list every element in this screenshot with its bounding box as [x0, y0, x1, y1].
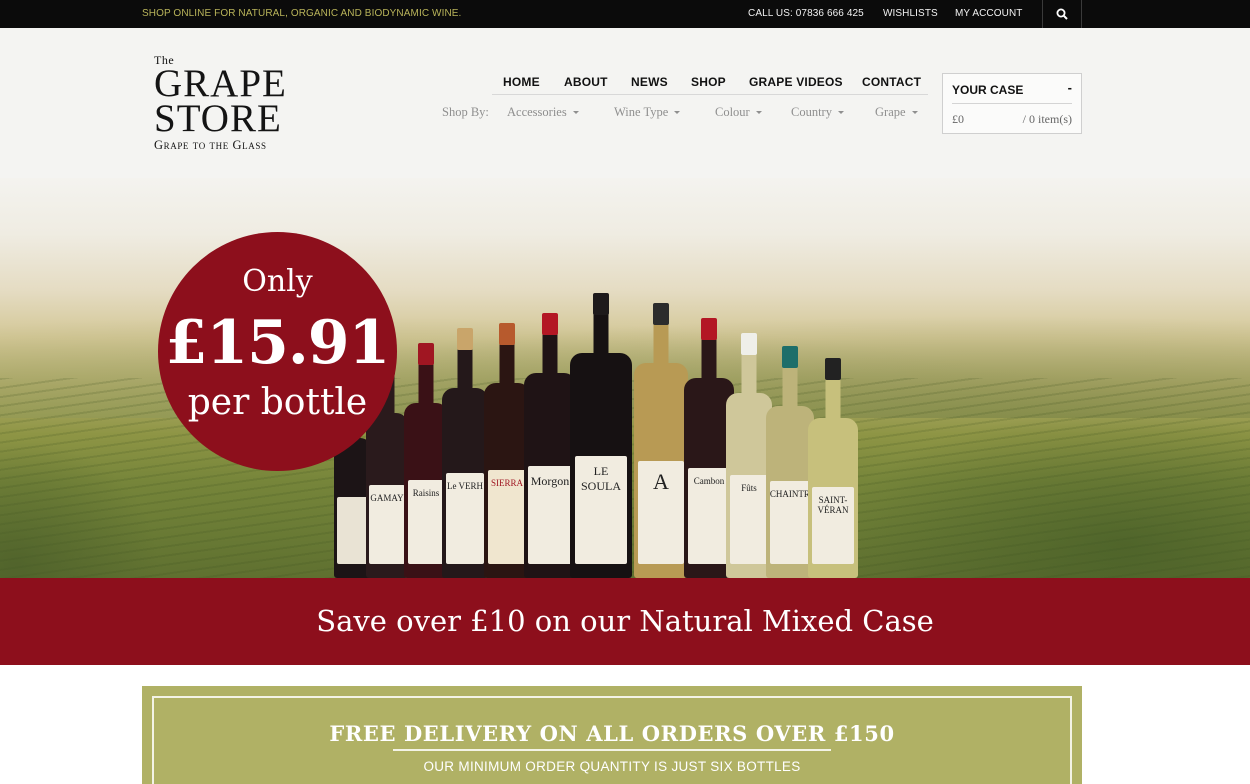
nav-grape-videos[interactable]: GRAPE VIDEOS	[749, 75, 843, 89]
delivery-subline: OUR MINIMUM ORDER QUANTITY IS JUST SIX B…	[423, 759, 801, 774]
bottle-label	[337, 496, 369, 564]
bottle-label: SIERRA	[487, 470, 527, 564]
logo-grape: GRAPE	[154, 62, 287, 105]
bottle-label: CHAINTRE	[769, 481, 811, 564]
cart-item-count: / 0 item(s)	[1022, 112, 1072, 126]
bottle-label: SAINT-VÉRAN	[812, 487, 854, 564]
bottle-label: Le VERH	[445, 472, 485, 564]
caret-down-icon	[674, 110, 681, 114]
badge-price: £15.91	[165, 308, 391, 378]
cart-divider	[952, 103, 1072, 104]
wine-bottle: A	[634, 303, 688, 578]
wishlists-link[interactable]: WISHLISTS	[883, 8, 938, 19]
main-nav: HOME ABOUT NEWS SHOP GRAPE VIDEOS CONTAC…	[492, 73, 928, 95]
site-header: The GRAPE STORE Grape to the Glass HOME …	[0, 28, 1250, 178]
wine-bottle: Morgon	[524, 313, 576, 578]
nav-home[interactable]: HOME	[503, 75, 540, 89]
my-account-link[interactable]: MY ACCOUNT	[955, 8, 1023, 19]
bottle-label: Fûts	[729, 475, 769, 564]
bottle-cap	[418, 343, 434, 365]
shopby-accessories-label: Accessories	[507, 105, 567, 119]
hero-foliage-right	[830, 408, 1250, 578]
wine-bottle: LE SOULA	[570, 293, 632, 578]
wine-bottle: SAINT-VÉRAN	[808, 358, 858, 578]
bottle-cap	[741, 333, 757, 355]
bottle-label: Raisins	[407, 480, 445, 564]
bottle-cap	[825, 358, 841, 380]
search-icon	[1056, 8, 1068, 20]
search-button[interactable]	[1042, 0, 1082, 28]
shopby-accessories[interactable]: Accessories	[507, 105, 579, 120]
caret-down-icon	[837, 110, 844, 114]
badge-per-bottle: per bottle	[187, 382, 368, 423]
caret-down-icon	[572, 110, 579, 114]
hero-banner[interactable]: GAMAY Raisins Le VERH SIERRA Morgon LE S…	[0, 178, 1250, 578]
nav-about[interactable]: ABOUT	[564, 75, 608, 89]
cart-total: £0	[952, 112, 964, 126]
bottle-cap	[653, 303, 669, 325]
free-delivery-box: FREE DELIVERY ON ALL ORDERS OVER £150 OU…	[142, 686, 1082, 784]
bottle-cap	[457, 328, 473, 350]
bottle-cap	[593, 293, 609, 315]
site-logo[interactable]: The GRAPE STORE Grape to the Glass	[154, 54, 294, 153]
bottle-label: GAMAY	[369, 484, 405, 564]
shopby-wine-type[interactable]: Wine Type	[614, 105, 681, 120]
badge-only-text: Only	[242, 264, 313, 299]
site-tagline: SHOP ONLINE FOR NATURAL, ORGANIC AND BIO…	[142, 8, 462, 19]
wine-bottle: Le VERH	[442, 328, 488, 578]
wine-bottle: GAMAY	[366, 353, 408, 578]
bottle-label: A	[638, 460, 684, 564]
wine-bottle: CHAINTRE	[766, 346, 814, 578]
price-badge[interactable]: Only £15.91 per bottle	[158, 232, 397, 471]
bottle-cap	[701, 318, 717, 340]
nav-contact[interactable]: CONTACT	[862, 75, 921, 89]
delivery-underline	[393, 749, 831, 751]
bottle-cap	[542, 313, 558, 335]
top-bar: SHOP ONLINE FOR NATURAL, ORGANIC AND BIO…	[0, 0, 1250, 28]
nav-news[interactable]: NEWS	[631, 75, 668, 89]
logo-store: STORE	[154, 97, 282, 140]
promo-text: Save over £10 on our Natural Mixed Case	[316, 604, 934, 638]
delivery-heading: FREE DELIVERY ON ALL ORDERS OVER £150	[329, 721, 895, 746]
shopby-wine-type-label: Wine Type	[614, 105, 669, 119]
cart-toggle-icon[interactable]: -	[1068, 80, 1072, 95]
nav-shop[interactable]: SHOP	[691, 75, 726, 89]
cart-title: YOUR CASE	[952, 83, 1024, 97]
caret-down-icon	[755, 110, 762, 114]
bottle-label: Cambon	[688, 468, 730, 564]
bottle-label: LE SOULA	[574, 456, 628, 564]
hero-foliage-left	[0, 438, 160, 578]
your-case-widget[interactable]: YOUR CASE - £0 / 0 item(s)	[942, 73, 1082, 134]
shopby-country[interactable]: Country	[791, 105, 844, 120]
shopby-grape[interactable]: Grape	[875, 105, 918, 120]
bottle-label: Morgon	[528, 465, 572, 564]
bottle-cap	[499, 323, 515, 345]
caret-down-icon	[911, 110, 918, 114]
shopby-colour[interactable]: Colour	[715, 105, 762, 120]
shopby-colour-label: Colour	[715, 105, 750, 119]
shop-by-label: Shop By:	[442, 105, 489, 119]
promo-banner[interactable]: Save over £10 on our Natural Mixed Case	[0, 578, 1250, 665]
shopby-country-label: Country	[791, 105, 832, 119]
wine-bottles-group: GAMAY Raisins Le VERH SIERRA Morgon LE S…	[330, 293, 870, 578]
shopby-grape-label: Grape	[875, 105, 906, 119]
bottle-cap	[782, 346, 798, 368]
call-us-link[interactable]: CALL US: 07836 666 425	[748, 8, 864, 19]
